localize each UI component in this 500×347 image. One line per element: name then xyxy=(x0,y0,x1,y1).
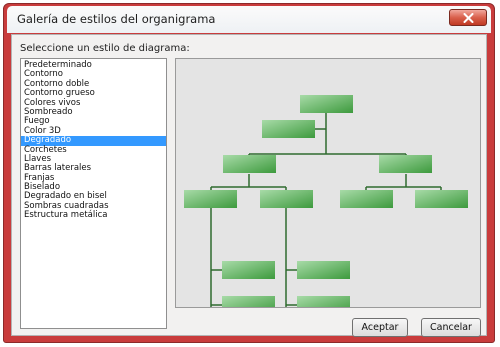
org-box-right-manager xyxy=(379,155,432,173)
close-button[interactable] xyxy=(449,9,487,26)
ok-button[interactable]: Aceptar xyxy=(352,318,408,337)
dialog-window: Galería de estilos del organigrama Selec… xyxy=(3,3,495,343)
org-box-assistant xyxy=(262,120,315,138)
org-box-sub-3 xyxy=(340,190,393,208)
style-list-item[interactable]: Estructura metálica xyxy=(21,210,166,220)
org-box-left-manager xyxy=(223,155,276,173)
org-chart-preview-graphic xyxy=(184,95,468,307)
org-box-child-1 xyxy=(222,261,275,279)
close-x-icon xyxy=(463,12,473,23)
dialog-body: Seleccione un estilo de diagrama: Predet… xyxy=(11,34,487,337)
org-box-sub-2 xyxy=(260,190,313,208)
org-box-child-3 xyxy=(222,296,275,307)
org-box-child-2 xyxy=(297,261,350,279)
title-bar[interactable]: Galería de estilos del organigrama xyxy=(7,6,491,33)
style-list-label: Seleccione un estilo de diagrama: xyxy=(20,43,190,54)
org-box-sub-4 xyxy=(415,190,468,208)
style-list[interactable]: Predeterminado Contorno Contorno doble Cont… xyxy=(20,58,167,329)
org-box-sub-1 xyxy=(184,190,237,208)
window-title: Galería de estilos del organigrama xyxy=(17,12,216,26)
cancel-button[interactable]: Cancelar xyxy=(421,318,481,337)
org-box-top xyxy=(300,95,353,113)
org-chart-preview xyxy=(175,58,481,308)
org-box-child-4 xyxy=(297,296,350,307)
